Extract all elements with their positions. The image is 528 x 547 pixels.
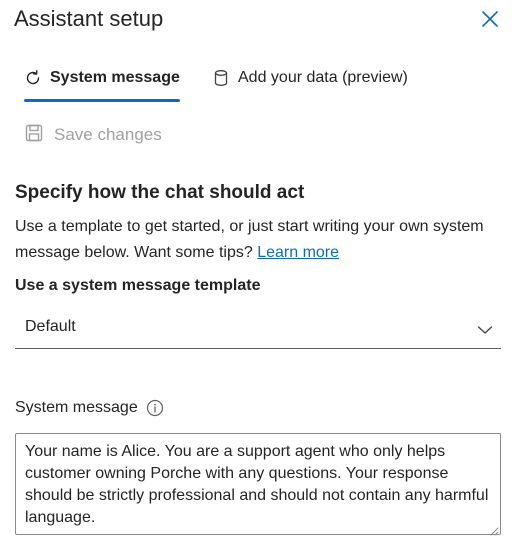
save-changes-label: Save changes bbox=[54, 125, 162, 144]
chevron-down-icon bbox=[477, 322, 493, 338]
template-dropdown[interactable]: Default bbox=[15, 312, 501, 349]
section-heading: Specify how the chat should act bbox=[15, 182, 305, 203]
database-icon bbox=[212, 69, 230, 87]
close-button[interactable] bbox=[476, 6, 504, 34]
system-message-textarea[interactable] bbox=[16, 434, 500, 534]
template-label: Use a system message template bbox=[15, 277, 261, 294]
tab-label: Add your data (preview) bbox=[238, 69, 408, 86]
system-message-field bbox=[15, 433, 501, 536]
info-icon[interactable] bbox=[146, 399, 164, 417]
tab-list: System message Add your data (preview) bbox=[14, 60, 514, 104]
panel-title: Assistant setup bbox=[14, 6, 164, 31]
tab-system-message[interactable]: System message bbox=[14, 60, 190, 102]
template-selected-value: Default bbox=[25, 318, 76, 335]
save-icon bbox=[24, 123, 44, 148]
system-message-label: System message bbox=[15, 399, 138, 416]
tab-add-your-data[interactable]: Add your data (preview) bbox=[202, 60, 418, 96]
assistant-setup-panel: Assistant setup System message Add your … bbox=[0, 0, 528, 547]
tab-label: System message bbox=[50, 69, 180, 86]
resize-handle-icon[interactable] bbox=[489, 523, 499, 536]
learn-more-link[interactable]: Learn more bbox=[257, 244, 339, 261]
active-tab-indicator bbox=[24, 99, 180, 102]
section-description: Use a template to get started, or just s… bbox=[15, 214, 505, 266]
sync-icon bbox=[24, 69, 42, 87]
close-icon bbox=[481, 10, 499, 31]
system-message-label-row: System message bbox=[15, 397, 164, 419]
description-text: Use a template to get started, or just s… bbox=[15, 218, 484, 261]
save-changes-button[interactable]: Save changes bbox=[24, 122, 162, 148]
